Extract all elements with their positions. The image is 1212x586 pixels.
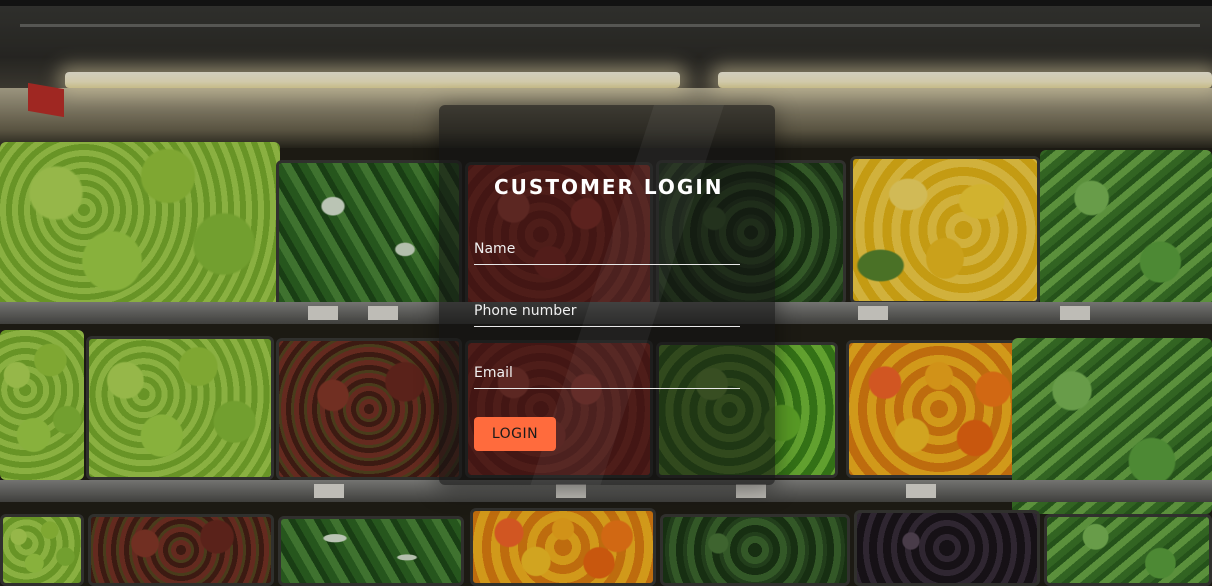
phone-input[interactable] — [474, 295, 740, 326]
email-input[interactable] — [474, 357, 740, 388]
name-input[interactable] — [474, 233, 740, 264]
login-panel: CUSTOMER LOGIN LOGIN — [439, 105, 775, 485]
name-field — [474, 233, 740, 265]
login-button[interactable]: LOGIN — [474, 417, 556, 451]
phone-field — [474, 295, 740, 327]
email-field — [474, 357, 740, 389]
login-title: CUSTOMER LOGIN — [494, 175, 724, 199]
